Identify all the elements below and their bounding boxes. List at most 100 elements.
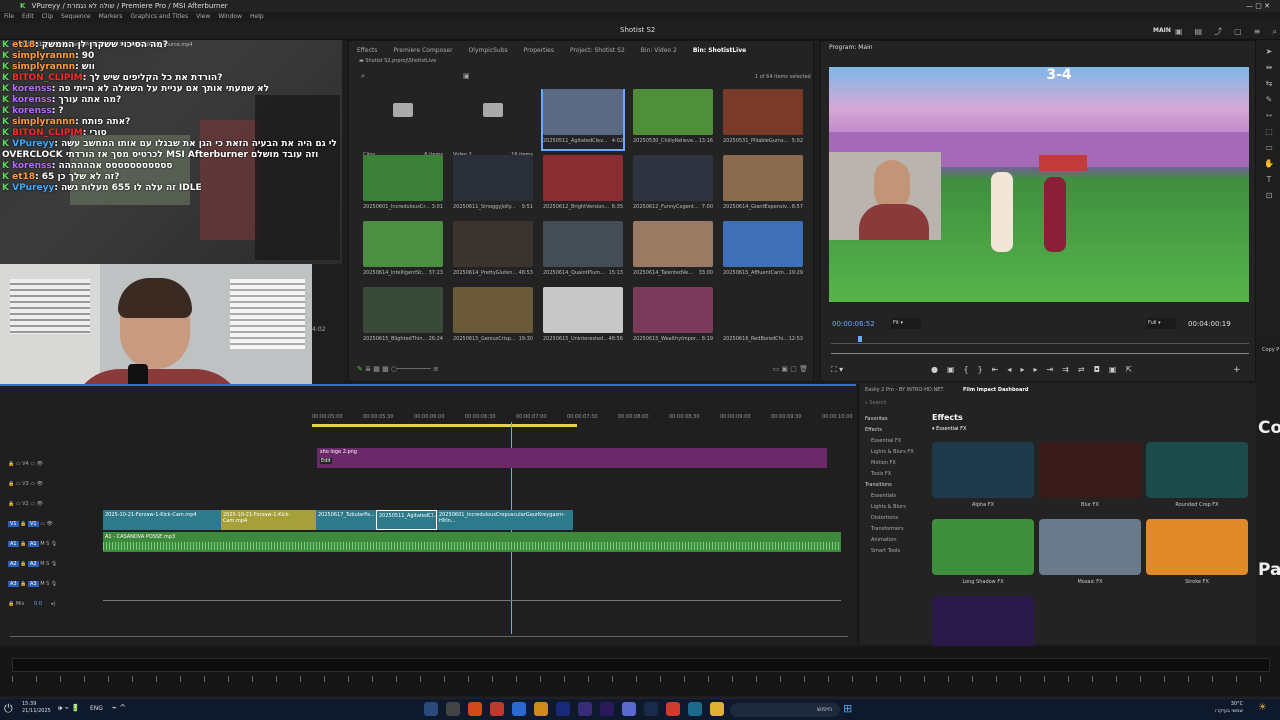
language-indicator[interactable]: ENG — [90, 705, 103, 712]
icon-view-icon[interactable]: ▦ — [373, 365, 380, 373]
effects-sidebar-item[interactable]: Essentials — [865, 491, 925, 502]
track-v4[interactable]: 🔒 ▭ V4 ▭ 👁 — [8, 454, 98, 474]
tab-bin-shotistlive[interactable]: Bin: ShotistLive — [693, 47, 746, 54]
tab-olympicsubs[interactable]: OlympicSubs — [469, 47, 508, 54]
clip-item[interactable]: 20250614_GiantExpensiv... 8:57 — [723, 155, 803, 215]
track-v3[interactable]: 🔒 ▭ V3 ▭ 👁 — [8, 474, 98, 494]
app-icon[interactable] — [468, 702, 482, 716]
tab-premiere-composer[interactable]: Premiere Composer — [393, 47, 452, 54]
clock[interactable]: 15:39 21/11/2025 — [22, 701, 51, 715]
program-timecode[interactable]: 00:00:06:52 — [832, 320, 875, 328]
menu-markers[interactable]: Markers — [99, 12, 123, 22]
a1-clip[interactable]: A1 - CASANOVA POSSE.mp3 — [103, 532, 841, 552]
app-icon[interactable] — [446, 702, 460, 716]
menu-window[interactable]: Window — [218, 12, 242, 22]
clip-item[interactable]: 20250614_PrettyGluten... 48:53 — [453, 221, 533, 281]
program-scrubber[interactable] — [831, 336, 1249, 344]
premiere-pro-icon[interactable] — [600, 702, 614, 716]
app-icon[interactable] — [512, 702, 526, 716]
effects-sidebar-item[interactable]: Lights & Blurs FX — [865, 447, 925, 458]
clip-item[interactable]: 20250614_TalentedVe... 33:00 — [633, 221, 713, 281]
steam-icon[interactable] — [644, 702, 658, 716]
clip-item[interactable]: 20250601_IncredulousCr... 3:01 — [363, 155, 443, 215]
track-a2[interactable]: A2 🔒 A2 M S 🎙 — [8, 554, 98, 574]
effects-sidebar-item[interactable]: Essential FX — [865, 436, 925, 447]
clip-item[interactable]: 20250614_IntelligentSt... 37:23 — [363, 221, 443, 281]
menu-clip[interactable]: Clip — [42, 12, 53, 22]
tray-arrow-icon[interactable]: ⌁ ^ — [112, 703, 126, 712]
tab-bin-video2[interactable]: Bin: Video 2 — [641, 47, 677, 54]
timeline-scrollbar[interactable] — [10, 636, 848, 637]
search-icon[interactable]: ⌕ — [361, 72, 461, 82]
app-icon[interactable] — [490, 702, 504, 716]
bin-actions[interactable]: ▭ ▣ ▢ 🗑 — [773, 365, 808, 373]
clip-item[interactable]: 20250612_FunnyCogent... 7:00 — [633, 155, 713, 215]
clip-item[interactable]: 20250615_GeniusCrisp... 19:30 — [453, 287, 533, 347]
tab-properties[interactable]: Properties — [524, 47, 554, 54]
quality-dropdown[interactable]: Full ▾ — [1146, 318, 1176, 329]
menu-view[interactable]: View — [196, 12, 210, 22]
v1-clip[interactable]: 2025-10-21-Forzaw-1-Kick-Cam.mp4 — [103, 510, 221, 530]
premiere-icon[interactable] — [556, 702, 570, 716]
fit-dropdown[interactable]: Fit ▾ — [891, 318, 921, 329]
after-effects-icon[interactable] — [578, 702, 592, 716]
discord-icon[interactable] — [622, 702, 636, 716]
freeform-view-icon[interactable]: ▩ — [382, 365, 389, 373]
pen-icon[interactable]: ✎ — [357, 365, 363, 373]
brave-icon[interactable] — [666, 702, 680, 716]
effects-sidebar-item[interactable]: Transitions — [865, 480, 925, 491]
effect-item[interactable]: Rounded Crop FX — [1146, 442, 1248, 512]
window-controls[interactable]: — ▢ ✕ — [1246, 0, 1270, 12]
effects-sidebar-item[interactable]: Transformers — [865, 524, 925, 535]
clip-item[interactable]: 20250615_AffluentCarin... 19:29 — [723, 221, 803, 281]
clip-item[interactable]: 20250511_AgitatedClev... 4:02 — [541, 89, 625, 151]
add-button[interactable]: + — [1233, 365, 1241, 375]
effects-sidebar-item[interactable]: Lights & Blurs — [865, 502, 925, 513]
clip-item[interactable]: 20250615_BlightedThin... 26:24 — [363, 287, 443, 347]
effects-sidebar-item[interactable]: Effects — [865, 425, 925, 436]
tab-easily[interactable]: Easily 2 Pro - BY INTRO-HD.NET — [865, 387, 943, 393]
bin-folder-item[interactable]: Clips6 items — [363, 89, 443, 158]
v1-clip[interactable]: 20250601_IncredulousCrepuscularGaurKreyg… — [437, 510, 573, 530]
menu-edit[interactable]: Edit — [22, 12, 34, 22]
clip-item[interactable]: 20250615_WealthyImpor... 8:19 — [633, 287, 713, 347]
menu-file[interactable]: File — [4, 12, 14, 22]
menu-sequence[interactable]: Sequence — [61, 12, 91, 22]
clip-item[interactable]: 20250531_PlliableGurns... 5:02 — [723, 89, 803, 149]
zoom-slider[interactable]: ○──────── — [391, 365, 431, 373]
track-v1[interactable]: V1 🔒 V1 ▭ 👁 — [8, 514, 98, 534]
effect-item[interactable]: Long Shadow FX — [932, 519, 1034, 589]
clip-item[interactable]: 20250614_QuaintPlum... 15:13 — [543, 221, 623, 281]
tool-icons[interactable]: ➤ ⇹ ⇆ ✎ ⇿ ⬚ ▭ ✋ T ⊡ — [1258, 40, 1280, 204]
system-tray[interactable]: 🕪 ⌁ 🔋 — [58, 704, 80, 713]
app-icon[interactable] — [424, 702, 438, 716]
v1-clip[interactable]: 2025-10-21-Forzaw-1-Kick-Cam.mp4 — [221, 510, 316, 530]
v1-clip-selected[interactable]: 20250511_AgitatedCl... — [376, 510, 438, 530]
clip-item[interactable]: 20250615_Uninterested... 48:56 — [543, 287, 623, 347]
tab-project[interactable]: Project: Shotist S2 — [570, 47, 625, 54]
tab-film-impact[interactable]: Film Impact Dashboard — [963, 387, 1028, 393]
taskbar-search[interactable]: חיפוש — [730, 703, 840, 717]
v1-clip[interactable]: 20250617_TubularPa... — [316, 510, 376, 530]
effect-item[interactable]: Alpha FX — [932, 442, 1034, 512]
settings-icon[interactable]: ⛶ ▾ — [831, 365, 843, 375]
new-bin-icon[interactable]: ▣ — [463, 72, 470, 80]
track-v2[interactable]: 🔒 ▭ V2 ▭ 👁 — [8, 494, 98, 514]
track-a3[interactable]: A3 🔒 A3 M S 🎙 — [8, 574, 98, 594]
effect-item[interactable]: Stroke FX — [1146, 519, 1248, 589]
bin-folder-item[interactable]: Video 216 items — [453, 89, 533, 158]
explorer-icon[interactable] — [710, 702, 724, 716]
effect-item[interactable]: Blur FX — [1039, 442, 1141, 512]
weather[interactable]: 30°C שמשי בעיקרו — [1215, 701, 1243, 715]
zoom-bar[interactable] — [831, 353, 1249, 363]
header-icons[interactable]: ▣▤⤴▢≡⌕ — [1175, 26, 1280, 37]
effects-sidebar-item[interactable]: Distortions — [865, 513, 925, 524]
effects-search[interactable]: ⌕ Search — [865, 400, 925, 410]
track-mix[interactable]: 🔒 Mix 0.0 ▸| — [8, 594, 98, 614]
timeline-ruler[interactable]: 00:00:05:00 00:00:05:30 00:00:06:00 00:00:0… — [312, 414, 853, 424]
effects-sidebar-item[interactable]: Animation — [865, 535, 925, 546]
app-icon[interactable] — [534, 702, 548, 716]
playhead-marker[interactable] — [858, 336, 862, 342]
clip-item[interactable]: 20250612_BrightVersion... 6:35 — [543, 155, 623, 215]
workspace-label[interactable]: MAIN — [1153, 27, 1171, 34]
